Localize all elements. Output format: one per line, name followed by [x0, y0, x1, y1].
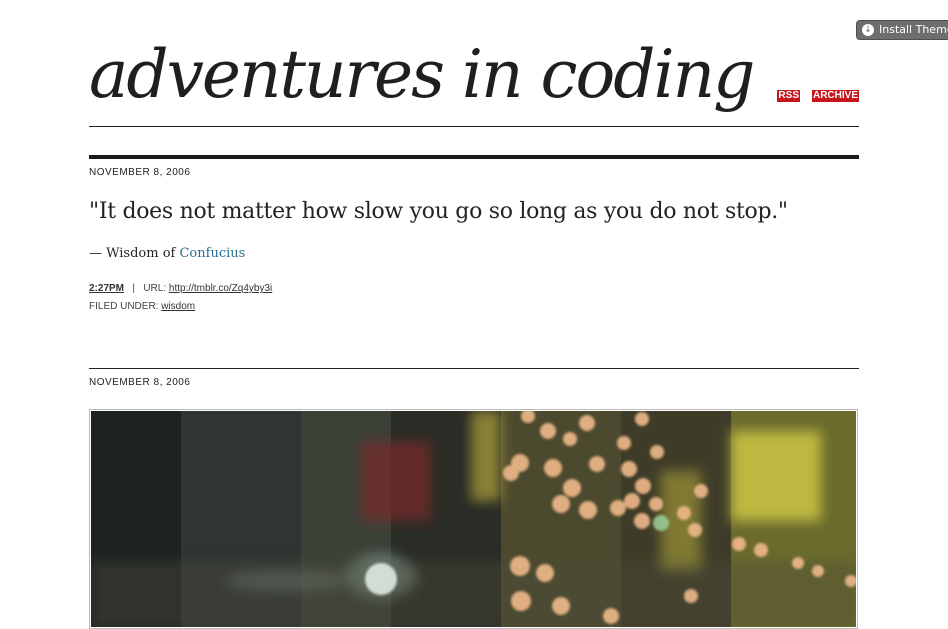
- permalink-time[interactable]: 2:27PM: [89, 283, 124, 294]
- install-theme-button[interactable]: ↓ Install Theme: [856, 20, 948, 40]
- url-label: URL:: [143, 283, 167, 294]
- post-date: NOVEMBER 8, 2006: [89, 167, 191, 178]
- quote-text: "It does not matter how slow you go so l…: [89, 199, 788, 224]
- meta-separator: |: [132, 283, 135, 294]
- bokeh-photo[interactable]: [91, 411, 856, 627]
- source-prefix: — Wisdom of: [89, 246, 180, 261]
- post-tags: FILED UNDER: wisdom: [89, 301, 195, 312]
- download-icon: ↓: [862, 24, 874, 36]
- tag-link[interactable]: wisdom: [161, 301, 195, 312]
- install-theme-label: Install Theme: [879, 23, 948, 36]
- source-link[interactable]: Confucius: [179, 246, 245, 261]
- site-title[interactable]: adventures in coding: [89, 30, 755, 120]
- short-url-link[interactable]: http://tmblr.co/Zq4yby3i: [169, 283, 272, 294]
- rss-link[interactable]: RSS: [777, 90, 800, 102]
- archive-link[interactable]: ARCHIVE: [811, 90, 859, 102]
- top-nav: RSS ARCHIVE: [777, 90, 859, 102]
- quote-source: — Wisdom of Confucius: [89, 246, 245, 261]
- post-date-2: NOVEMBER 8, 2006: [89, 377, 191, 388]
- post-divider: [89, 155, 859, 159]
- post-divider-2: [89, 368, 859, 369]
- photo-frame: [89, 409, 858, 629]
- filed-under-label: FILED UNDER:: [89, 301, 159, 312]
- bokeh-photo-image: [91, 411, 856, 627]
- header-divider: [89, 126, 859, 127]
- post-meta: 2:27PM | URL: http://tmblr.co/Zq4yby3i: [89, 283, 272, 294]
